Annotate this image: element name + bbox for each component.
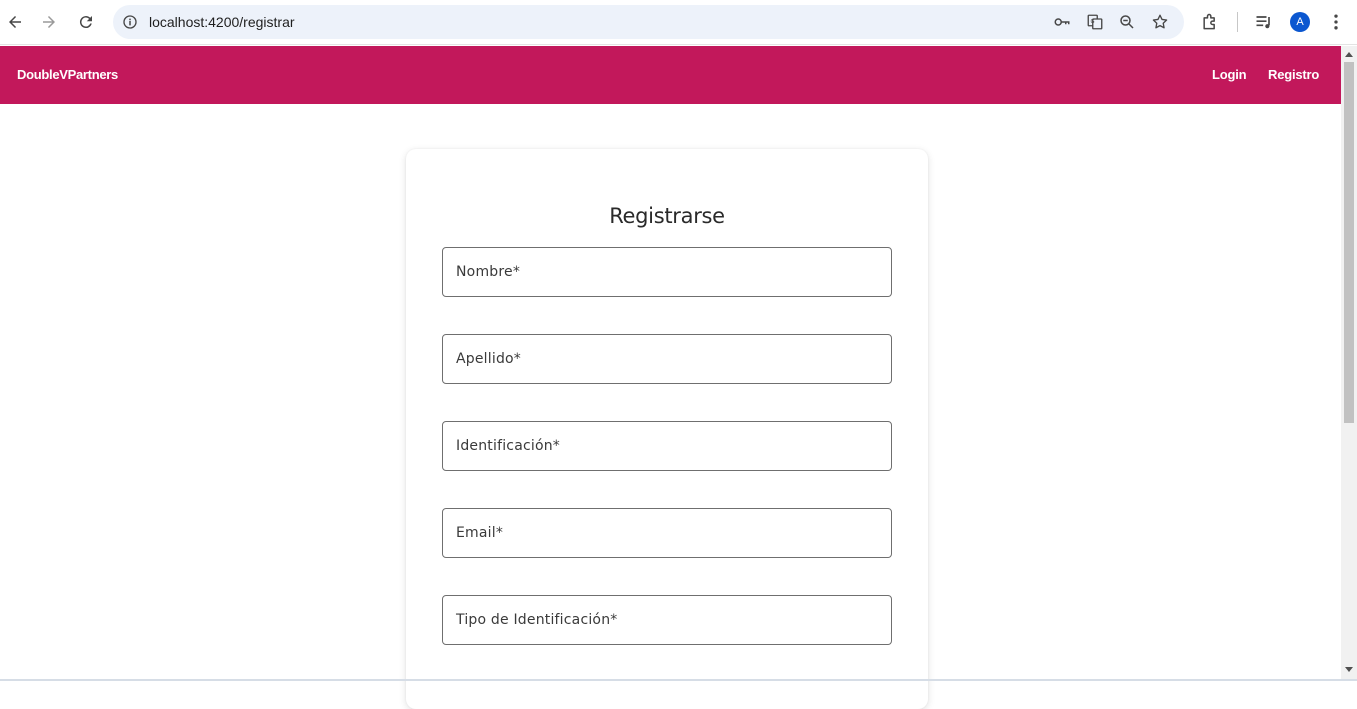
nav-registro-link[interactable]: Registro (1268, 67, 1319, 82)
app-header: DoubleVPartners Login Registro (0, 46, 1341, 104)
scroll-thumb[interactable] (1344, 62, 1354, 423)
zoom-icon[interactable] (1118, 13, 1136, 31)
scroll-up-icon[interactable] (1345, 52, 1353, 57)
media-control-icon[interactable] (1254, 12, 1274, 32)
browser-toolbar: localhost:4200/registrar G A (0, 0, 1357, 45)
tipo-identificacion-field[interactable]: Tipo de Identificación* (442, 595, 892, 645)
brand-logo-text[interactable]: DoubleVPartners (17, 67, 118, 82)
page-title: Registrarse (609, 204, 725, 228)
email-field[interactable]: Email* (442, 508, 892, 558)
nav-login-link[interactable]: Login (1212, 67, 1247, 82)
nombre-field[interactable]: Nombre* (442, 247, 892, 297)
forward-arrow-icon (43, 16, 55, 28)
extensions-icon[interactable] (1200, 12, 1220, 32)
back-button[interactable] (1, 8, 29, 36)
scroll-down-icon[interactable] (1345, 667, 1353, 672)
nombre-label: Nombre* (456, 264, 521, 280)
password-key-icon[interactable] (1053, 13, 1071, 31)
reload-icon (79, 16, 92, 29)
bookmark-star-icon[interactable] (1151, 13, 1169, 31)
register-card: Registrarse Nombre* Apellido* Identifica… (406, 149, 928, 709)
apellido-field[interactable]: Apellido* (442, 334, 892, 384)
apellido-label: Apellido* (456, 351, 521, 367)
site-info-icon[interactable] (121, 13, 139, 31)
tipo-identificacion-label: Tipo de Identificación* (456, 612, 618, 628)
svg-text:G: G (1091, 19, 1095, 25)
url-text: localhost:4200/registrar (149, 14, 295, 30)
identificacion-field[interactable]: Identificación* (442, 421, 892, 471)
identificacion-label: Identificación* (456, 438, 561, 454)
toolbar-divider (1237, 12, 1238, 32)
back-arrow-icon (9, 16, 21, 28)
page-scrollbar[interactable] (1341, 46, 1357, 679)
address-bar[interactable]: localhost:4200/registrar G (113, 5, 1184, 39)
email-label: Email* (456, 525, 504, 541)
forward-button[interactable] (35, 8, 63, 36)
profile-avatar[interactable]: A (1290, 12, 1310, 32)
reload-button[interactable] (72, 8, 100, 36)
translate-icon[interactable]: G (1086, 13, 1104, 31)
menu-dots-icon[interactable] (1326, 12, 1346, 32)
